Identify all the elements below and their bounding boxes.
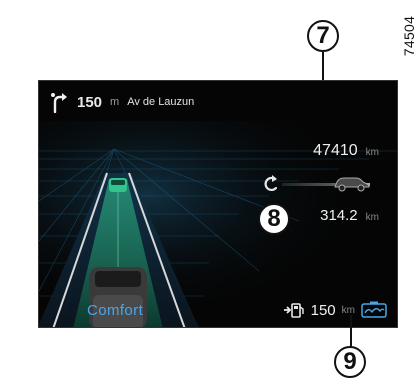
reset-arrow-icon [264, 175, 278, 191]
navigation-instruction: 150 m Av de Lauzun [49, 90, 194, 114]
reference-code-text: 74504 [401, 15, 417, 57]
range-display: 314.2 km [320, 207, 379, 224]
drive-mode-label: Comfort [87, 302, 144, 319]
callout-7: 7 [307, 20, 339, 52]
range-gauge [262, 174, 370, 194]
range-unit: km [365, 212, 379, 223]
turn-right-icon [51, 93, 67, 113]
driving-scene [39, 121, 397, 327]
odometer: 47410 km [313, 142, 379, 160]
callout-9-leader [350, 315, 352, 348]
fuel-range-value: 150 [310, 301, 336, 319]
navigation-distance-unit: m [110, 96, 120, 108]
fuel-range-unit: km [341, 304, 355, 316]
fuel-range: 150 km [283, 301, 387, 319]
eco-mode-icon [361, 301, 387, 318]
fuel-pump-icon [283, 303, 304, 318]
callout-8: 8 [258, 203, 290, 235]
callout-9: 9 [334, 346, 366, 378]
navigation-street-name: Av de Lauzun [127, 96, 195, 108]
car-icon [334, 177, 370, 192]
odometer-value: 47410 [313, 142, 358, 159]
document-reference-code: 74504 [400, 6, 418, 66]
lead-vehicle [109, 178, 127, 192]
instrument-display: 150 m Av de Lauzun 47410 km 314.2 km Com… [38, 80, 398, 328]
range-value: 314.2 [320, 207, 358, 224]
odometer-unit: km [365, 147, 379, 158]
navigation-distance: 150 [77, 93, 103, 111]
